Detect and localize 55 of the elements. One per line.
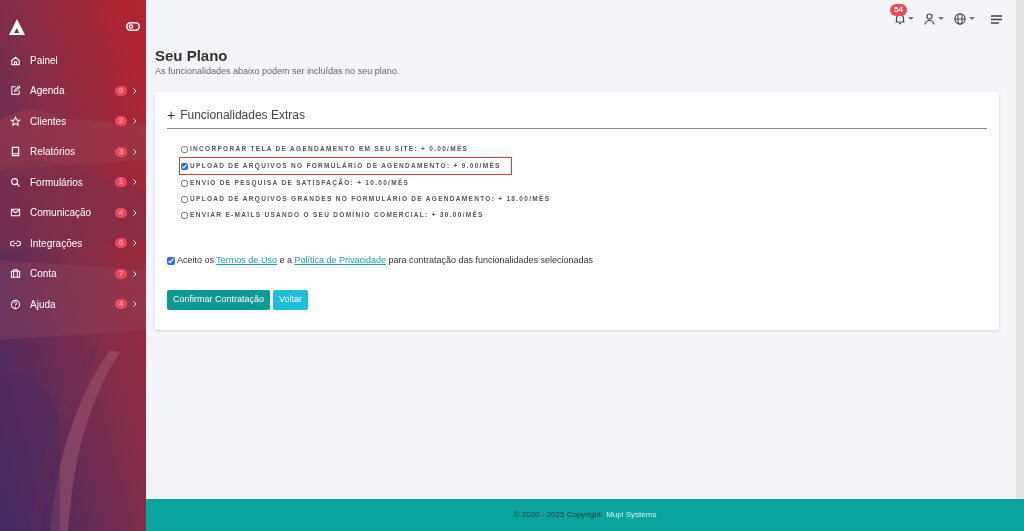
sidebar-item[interactable]: Agenda 9 bbox=[0, 75, 146, 106]
sidebar-item[interactable]: Ajuda 4 bbox=[0, 289, 146, 320]
sidebar-item[interactable]: Clientes 2 bbox=[0, 106, 146, 137]
terms-text: Aceito os Termos de Uso e a Política de Privacidade para contratação das funcionalidades selecionadas bbox=[177, 254, 594, 267]
chevron-icon bbox=[133, 240, 137, 247]
count-badge: 7 bbox=[115, 268, 127, 279]
count-badge: 3 bbox=[115, 146, 127, 157]
count-badge: 2 bbox=[115, 116, 127, 127]
star-icon bbox=[10, 115, 21, 127]
menu-icon[interactable] bbox=[991, 14, 1002, 24]
mail-icon bbox=[10, 207, 21, 219]
copyright-text: © 2020 - 2025 Copyright: bbox=[513, 509, 604, 521]
sidebar-item[interactable]: Comunicação 4 bbox=[0, 197, 146, 228]
notification-bell-icon[interactable] bbox=[894, 13, 906, 25]
expand-toggle[interactable]: + bbox=[167, 107, 176, 123]
book-icon bbox=[10, 146, 21, 158]
page-subtitle: As funcionalidades abaixo podem ser incluídas no seu plano. bbox=[155, 65, 401, 77]
count-badge: 1 bbox=[115, 177, 127, 188]
chevron-icon bbox=[133, 179, 137, 186]
feature-checkbox[interactable] bbox=[181, 179, 188, 187]
chevron-icon bbox=[133, 118, 137, 125]
feature-checkbox[interactable] bbox=[181, 145, 188, 153]
globe-icon[interactable] bbox=[954, 13, 966, 25]
terms-checkbox[interactable] bbox=[167, 256, 175, 265]
card-title: Funcionalidades Extras bbox=[180, 107, 305, 123]
feature-checkbox[interactable] bbox=[181, 211, 188, 219]
sidebar-item[interactable]: Formulários 1 bbox=[0, 167, 146, 198]
chevron-icon bbox=[133, 87, 137, 94]
toggle-icon[interactable] bbox=[126, 22, 140, 31]
count-badge: 4 bbox=[115, 207, 127, 218]
count-badge: 9 bbox=[115, 85, 127, 96]
search-icon bbox=[10, 176, 21, 188]
feature-checkbox[interactable] bbox=[181, 162, 188, 170]
page-title: Seu Plano bbox=[155, 47, 229, 65]
chevron-icon bbox=[133, 148, 137, 155]
sidebar-item[interactable]: Painel bbox=[0, 45, 146, 76]
logo-icon bbox=[8, 17, 26, 36]
sidebar-item[interactable]: Relatórios 3 bbox=[0, 136, 146, 167]
home-icon bbox=[10, 54, 21, 66]
caret-icon bbox=[938, 17, 944, 21]
count-badge: 4 bbox=[115, 299, 127, 310]
chevron-icon bbox=[133, 270, 137, 277]
feature-checkbox[interactable] bbox=[181, 195, 188, 203]
edit-icon bbox=[10, 85, 21, 97]
caret-icon bbox=[908, 17, 914, 21]
help-icon bbox=[10, 298, 21, 310]
count-badge: 6 bbox=[115, 238, 127, 249]
caret-icon bbox=[969, 17, 975, 21]
notification-badge: 54 bbox=[890, 4, 907, 16]
chevron-icon bbox=[133, 301, 137, 308]
user-icon[interactable] bbox=[924, 13, 935, 25]
sidebar-item[interactable]: Integrações 6 bbox=[0, 228, 146, 259]
chevron-icon bbox=[133, 209, 137, 216]
briefcase-icon bbox=[10, 268, 21, 280]
sidebar-item[interactable]: Conta 7 bbox=[0, 258, 146, 289]
